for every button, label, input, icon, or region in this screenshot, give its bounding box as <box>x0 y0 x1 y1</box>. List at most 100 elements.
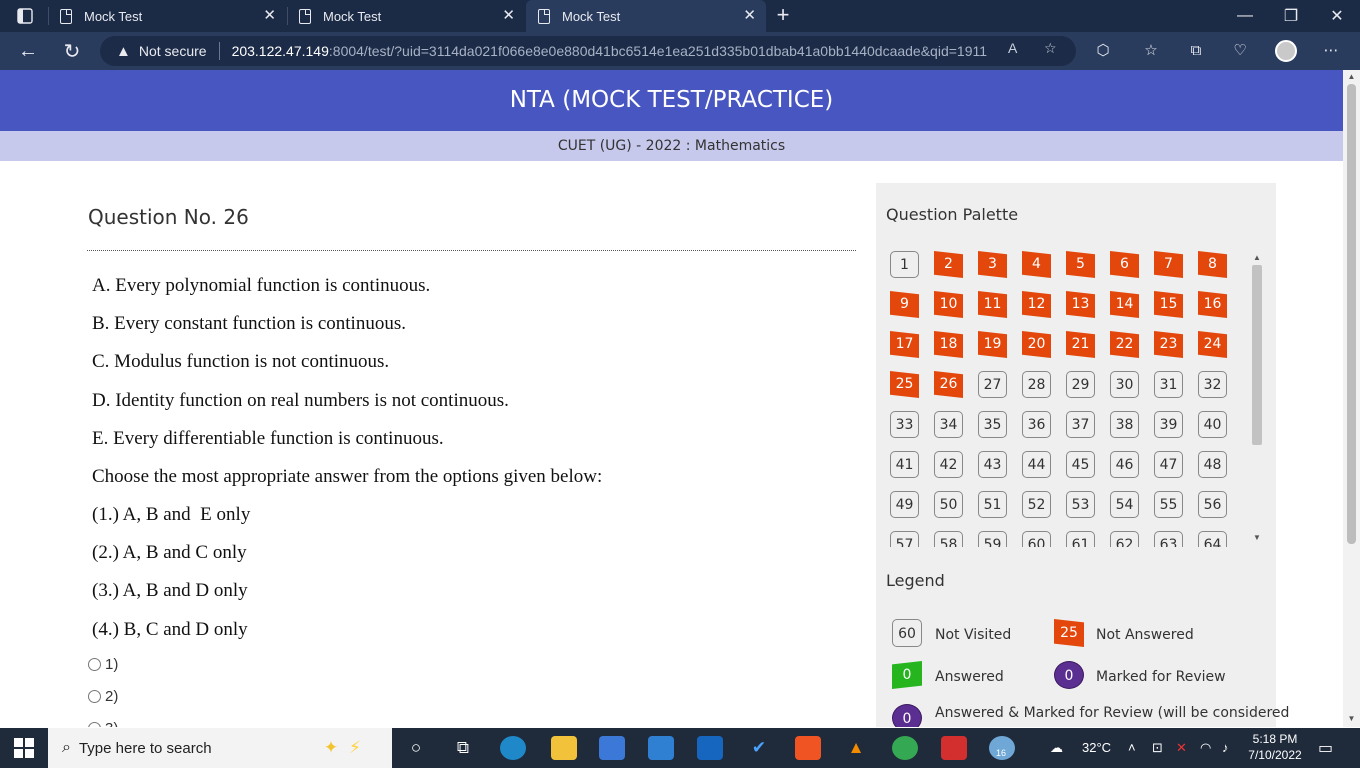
microsoft-store-icon[interactable] <box>599 736 625 760</box>
palette-question-22-button[interactable]: 22 <box>1110 331 1139 358</box>
network-device-icon[interactable]: ⊡ <box>1152 740 1163 756</box>
palette-question-51-button[interactable]: 51 <box>978 491 1007 518</box>
palette-question-10-button[interactable]: 10 <box>934 291 963 318</box>
brave-browser-icon[interactable] <box>795 736 821 760</box>
palette-question-56-button[interactable]: 56 <box>1198 491 1227 518</box>
new-tab-button[interactable]: + <box>772 4 794 28</box>
palette-question-35-button[interactable]: 35 <box>978 411 1007 438</box>
palette-question-21-button[interactable]: 21 <box>1066 331 1095 358</box>
palette-question-58-button[interactable]: 58 <box>934 531 963 547</box>
palette-question-52-button[interactable]: 52 <box>1022 491 1051 518</box>
palette-question-2-button[interactable]: 2 <box>934 251 963 278</box>
palette-question-23-button[interactable]: 23 <box>1154 331 1183 358</box>
radio-circle[interactable] <box>88 722 101 727</box>
page-scroll-thumb[interactable] <box>1347 84 1356 544</box>
search-highlight-icon[interactable]: ✦ <box>318 736 344 760</box>
palette-question-7-button[interactable]: 7 <box>1154 251 1183 278</box>
weather-icon[interactable]: ☁ <box>1050 740 1063 756</box>
palette-question-12-button[interactable]: 12 <box>1022 291 1051 318</box>
wifi-icon[interactable]: ◠ <box>1200 740 1211 756</box>
favorites-icon[interactable]: ☆ <box>1140 40 1162 62</box>
palette-question-13-button[interactable]: 13 <box>1066 291 1095 318</box>
palette-question-46-button[interactable]: 46 <box>1110 451 1139 478</box>
palette-question-62-button[interactable]: 62 <box>1110 531 1139 547</box>
scroll-up-icon[interactable]: ▲ <box>1343 72 1360 81</box>
palette-question-44-button[interactable]: 44 <box>1022 451 1051 478</box>
palette-question-63-button[interactable]: 63 <box>1154 531 1183 547</box>
palette-question-20-button[interactable]: 20 <box>1022 331 1051 358</box>
palette-scroll-thumb[interactable] <box>1252 265 1262 445</box>
palette-question-16-button[interactable]: 16 <box>1198 291 1227 318</box>
restore-button[interactable]: ❐ <box>1268 0 1314 32</box>
settings-menu-icon[interactable]: ⋯ <box>1320 40 1342 62</box>
scroll-down-icon[interactable]: ▼ <box>1343 714 1360 723</box>
palette-question-11-button[interactable]: 11 <box>978 291 1007 318</box>
palette-question-57-button[interactable]: 57 <box>890 531 919 547</box>
palette-question-54-button[interactable]: 54 <box>1110 491 1139 518</box>
app-icon[interactable] <box>697 736 723 760</box>
palette-question-60-button[interactable]: 60 <box>1022 531 1051 547</box>
edge-browser-icon[interactable] <box>500 736 526 760</box>
profile-avatar[interactable] <box>1275 40 1297 62</box>
page-scrollbar[interactable]: ▲ ▼ <box>1343 70 1360 727</box>
mail-icon[interactable] <box>648 736 674 760</box>
option-2-radio[interactable]: 2) <box>88 688 118 705</box>
search-highlight-icon[interactable]: ⚡ <box>342 736 368 760</box>
minimize-button[interactable]: — <box>1222 0 1268 32</box>
browser-tab-3-active[interactable]: Mock Test ✕ <box>526 0 766 32</box>
palette-question-42-button[interactable]: 42 <box>934 451 963 478</box>
address-bar[interactable]: ▲ Not secure 203.122.47.149:8004/test/?u… <box>100 36 1076 66</box>
palette-question-48-button[interactable]: 48 <box>1198 451 1227 478</box>
palette-question-25-button[interactable]: 25 <box>890 371 919 398</box>
close-tab-icon[interactable]: ✕ <box>502 8 515 23</box>
palette-question-50-button[interactable]: 50 <box>934 491 963 518</box>
volume-icon[interactable]: ♪ <box>1222 740 1229 755</box>
palette-question-61-button[interactable]: 61 <box>1066 531 1095 547</box>
collections-icon[interactable]: ⧉ <box>1185 40 1207 62</box>
refresh-button[interactable]: ↻ <box>58 38 86 64</box>
back-button[interactable]: ← <box>14 38 42 64</box>
palette-question-26-button[interactable]: 26 <box>934 371 963 398</box>
palette-question-27-button[interactable]: 27 <box>978 371 1007 398</box>
palette-question-39-button[interactable]: 39 <box>1154 411 1183 438</box>
option-3-radio[interactable]: 3) <box>88 720 118 727</box>
palette-question-30-button[interactable]: 30 <box>1110 371 1139 398</box>
extensions-icon[interactable]: ⬡ <box>1092 40 1114 62</box>
chrome-browser-icon[interactable] <box>892 736 918 760</box>
browser-tab-2[interactable]: Mock Test ✕ <box>287 0 525 32</box>
palette-question-28-button[interactable]: 28 <box>1022 371 1051 398</box>
palette-question-45-button[interactable]: 45 <box>1066 451 1095 478</box>
notifications-icon[interactable]: ▭ <box>1318 738 1333 758</box>
security-alert-icon[interactable]: ✕ <box>1176 740 1187 756</box>
palette-question-19-button[interactable]: 19 <box>978 331 1007 358</box>
palette-question-5-button[interactable]: 5 <box>1066 251 1095 278</box>
palette-question-43-button[interactable]: 43 <box>978 451 1007 478</box>
palette-question-55-button[interactable]: 55 <box>1154 491 1183 518</box>
palette-question-24-button[interactable]: 24 <box>1198 331 1227 358</box>
browser-essentials-icon[interactable]: ♡ <box>1229 40 1251 62</box>
palette-question-14-button[interactable]: 14 <box>1110 291 1139 318</box>
palette-question-53-button[interactable]: 53 <box>1066 491 1095 518</box>
read-aloud-icon[interactable]: A <box>1008 40 1017 56</box>
palette-question-33-button[interactable]: 33 <box>890 411 919 438</box>
palette-question-17-button[interactable]: 17 <box>890 331 919 358</box>
palette-question-32-button[interactable]: 32 <box>1198 371 1227 398</box>
palette-question-15-button[interactable]: 15 <box>1154 291 1183 318</box>
palette-question-36-button[interactable]: 36 <box>1022 411 1051 438</box>
palette-question-3-button[interactable]: 3 <box>978 251 1007 278</box>
tab-actions-button[interactable] <box>8 4 42 28</box>
palette-question-8-button[interactable]: 8 <box>1198 251 1227 278</box>
start-button[interactable] <box>14 738 34 758</box>
app-icon[interactable] <box>941 736 967 760</box>
todo-icon[interactable]: ✔ <box>746 736 772 760</box>
add-favorite-icon[interactable]: ☆ <box>1044 40 1057 57</box>
cortana-icon[interactable]: ○ <box>403 736 429 760</box>
file-explorer-icon[interactable] <box>551 736 577 760</box>
browser-tab-1[interactable]: Mock Test ✕ <box>48 0 286 32</box>
close-tab-icon[interactable]: ✕ <box>263 8 276 23</box>
palette-question-9-button[interactable]: 9 <box>890 291 919 318</box>
palette-question-4-button[interactable]: 4 <box>1022 251 1051 278</box>
palette-question-18-button[interactable]: 18 <box>934 331 963 358</box>
radio-circle[interactable] <box>88 690 101 703</box>
palette-question-1-button[interactable]: 1 <box>890 251 919 278</box>
